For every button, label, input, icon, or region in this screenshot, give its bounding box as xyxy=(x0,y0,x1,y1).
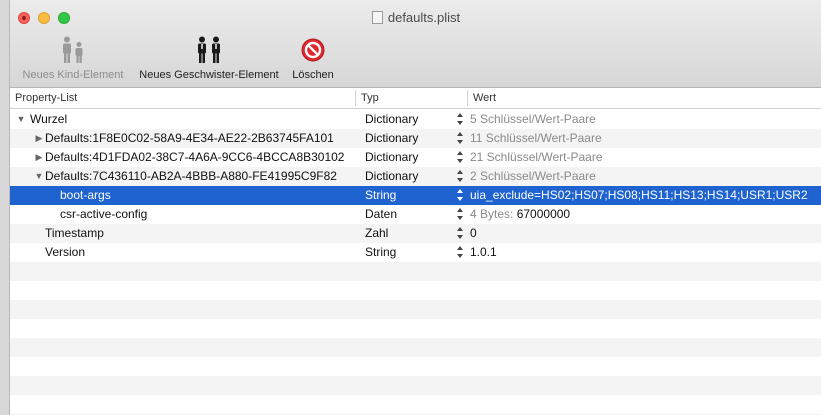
table-row[interactable]: ▼ Defaults:7C436110-AB2A-4BBB-A880-FE419… xyxy=(10,167,821,186)
row-value: 5 Schlüssel/Wert-Paare xyxy=(470,112,596,126)
empty-row xyxy=(10,338,821,357)
row-key: Defaults:4D1FDA02-38C7-4A6A-9CC6-4BCCA8B… xyxy=(45,150,345,164)
empty-row xyxy=(10,281,821,300)
type-stepper-icon[interactable] xyxy=(456,151,464,164)
type-stepper-icon[interactable] xyxy=(456,208,464,221)
delete-icon xyxy=(301,38,325,62)
type-stepper-icon[interactable] xyxy=(456,246,464,259)
plist-editor-window: defaults.plist Neues Kind-Element Neues … xyxy=(9,0,821,415)
disclosure-collapsed-icon[interactable]: ▶ xyxy=(34,148,44,167)
disclosure-expanded-icon[interactable]: ▼ xyxy=(34,167,44,186)
delete-label: Löschen xyxy=(292,69,334,81)
row-type[interactable]: String xyxy=(365,243,453,262)
property-list-table: ▼ Wurzel Dictionary 5 Schlüssel/Wert-Paa… xyxy=(10,110,821,415)
row-type[interactable]: Dictionary xyxy=(365,148,453,167)
row-value: 0 xyxy=(470,226,477,240)
row-key: Defaults:1F8E0C02-58A9-4E34-AE22-2B63745… xyxy=(45,131,334,145)
row-value[interactable]: uia_exclude=HS02;HS07;HS08;HS11;HS13;HS1… xyxy=(470,186,821,205)
table-row[interactable]: ▶ Defaults:1F8E0C02-58A9-4E34-AE22-2B637… xyxy=(10,129,821,148)
row-key: Defaults:7C436110-AB2A-4BBB-A880-FE41995… xyxy=(45,169,337,183)
window-title-text: defaults.plist xyxy=(387,10,461,25)
empty-row xyxy=(10,376,821,395)
empty-row xyxy=(10,357,821,376)
row-value-prefix: 4 Bytes: xyxy=(470,207,514,221)
row-value: 4 Bytes: 67000000 xyxy=(470,205,821,224)
table-row[interactable]: csr-active-config Daten 4 Bytes: 6700000… xyxy=(10,205,821,224)
table-row[interactable]: Version String 1.0.1 xyxy=(10,243,821,262)
row-key: boot-args xyxy=(60,188,111,202)
table-row-selected[interactable]: boot-args String uia_exclude=HS02;HS07;H… xyxy=(10,186,821,205)
table-row[interactable]: ▼ Wurzel Dictionary 5 Schlüssel/Wert-Paa… xyxy=(10,110,821,129)
delete-button[interactable]: Löschen xyxy=(290,36,336,81)
table-row[interactable]: Timestamp Zahl 0 xyxy=(10,224,821,243)
title-bar: defaults.plist Neues Kind-Element Neues … xyxy=(10,0,821,88)
row-key: Wurzel xyxy=(30,112,68,126)
row-value: 2 Schlüssel/Wert-Paare xyxy=(470,169,596,183)
new-child-icon xyxy=(63,36,83,63)
row-value: 21 Schlüssel/Wert-Paare xyxy=(470,150,603,164)
new-sibling-label: Neues Geschwister-Element xyxy=(139,69,279,81)
new-child-label: Neues Kind-Element xyxy=(22,69,124,81)
window-title: defaults.plist xyxy=(10,10,821,25)
type-stepper-icon[interactable] xyxy=(456,227,464,240)
row-key: csr-active-config xyxy=(60,207,148,221)
row-type[interactable]: String xyxy=(365,186,453,205)
row-key: Version xyxy=(45,245,86,259)
row-type[interactable]: Dictionary xyxy=(365,110,453,129)
type-stepper-icon[interactable] xyxy=(456,189,464,202)
disclosure-expanded-icon[interactable]: ▼ xyxy=(16,110,26,129)
column-header-value[interactable]: Wert xyxy=(473,92,496,104)
row-value: 1.0.1 xyxy=(470,245,497,259)
document-icon xyxy=(371,11,383,24)
disclosure-collapsed-icon[interactable]: ▶ xyxy=(34,129,44,148)
empty-row xyxy=(10,395,821,414)
row-type[interactable]: Zahl xyxy=(365,224,453,243)
column-header-key[interactable]: Property-List xyxy=(15,92,77,104)
table-header: Property-List Typ Wert xyxy=(10,88,821,109)
type-stepper-icon[interactable] xyxy=(456,170,464,183)
row-value-data: 67000000 xyxy=(516,207,571,221)
row-value: 11 Schlüssel/Wert-Paare xyxy=(470,131,602,145)
table-row[interactable]: ▶ Defaults:4D1FDA02-38C7-4A6A-9CC6-4BCCA… xyxy=(10,148,821,167)
empty-row xyxy=(10,262,821,281)
row-type[interactable]: Dictionary xyxy=(365,129,453,148)
type-stepper-icon[interactable] xyxy=(456,132,464,145)
column-divider[interactable] xyxy=(467,90,468,106)
column-header-type[interactable]: Typ xyxy=(361,92,379,104)
empty-row xyxy=(10,319,821,338)
row-key: Timestamp xyxy=(45,226,104,240)
row-type[interactable]: Dictionary xyxy=(365,167,453,186)
empty-row xyxy=(10,300,821,319)
new-child-button[interactable]: Neues Kind-Element xyxy=(17,36,129,81)
column-divider[interactable] xyxy=(355,90,356,106)
new-sibling-button[interactable]: Neues Geschwister-Element xyxy=(134,36,284,81)
type-stepper-icon[interactable] xyxy=(456,113,464,126)
row-type[interactable]: Daten xyxy=(365,205,453,224)
new-sibling-icon xyxy=(198,36,220,63)
